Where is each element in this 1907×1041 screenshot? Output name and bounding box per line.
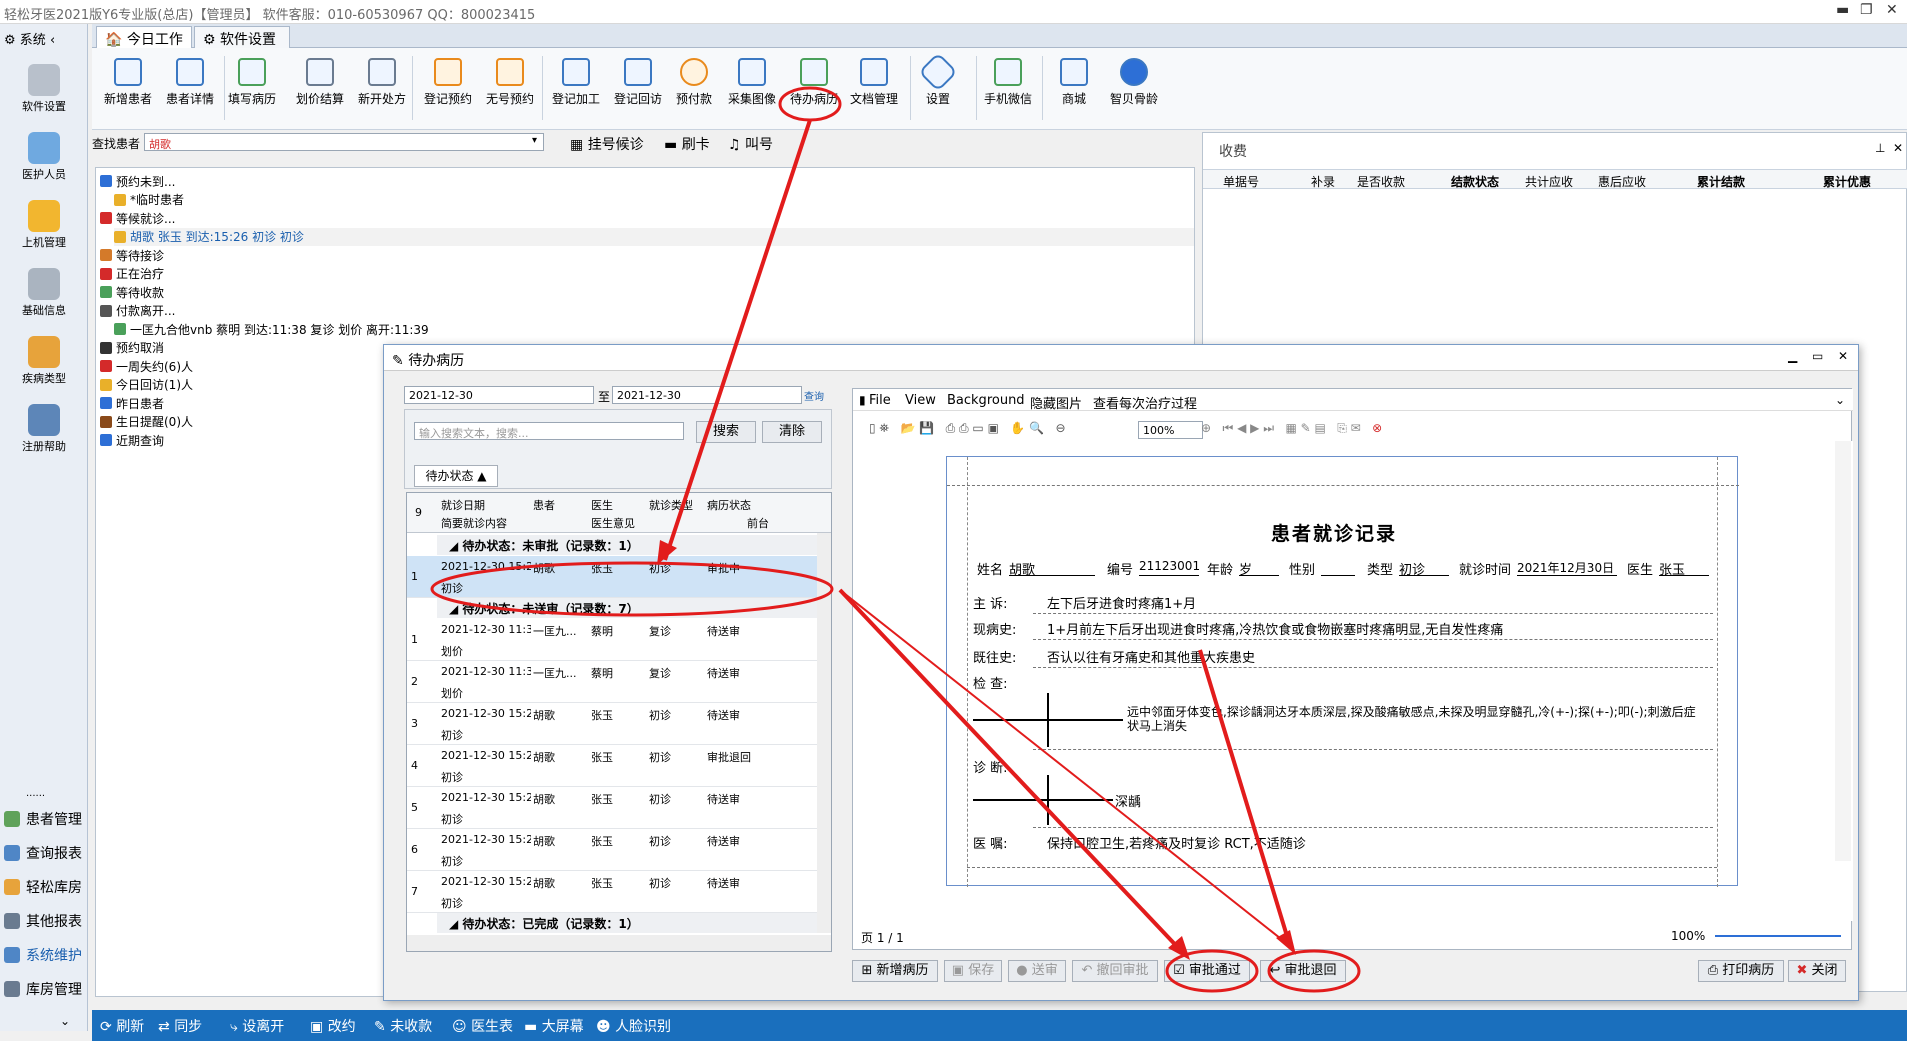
annotation-oval <box>778 86 842 122</box>
bb-label: 改约 <box>327 1019 356 1035</box>
sync-button[interactable]: ⇄ 同步 <box>158 1016 202 1036</box>
bb-label: 设离开 <box>242 1019 285 1035</box>
refresh-button[interactable]: ⟳ 刷新 <box>100 1016 144 1036</box>
set-leave-button[interactable]: ⤷ 设离开 <box>230 1016 284 1036</box>
annotation-arrow <box>838 588 1187 957</box>
big-screen-button[interactable]: ▬ 大屏幕 <box>524 1016 584 1036</box>
arrow-head <box>657 540 677 565</box>
annotation-oval <box>430 561 834 617</box>
bb-label: 医生表 <box>471 1019 514 1035</box>
bb-label: 人脸识别 <box>615 1019 672 1035</box>
annotation-overlay <box>430 86 1361 993</box>
bb-label: 未收款 <box>390 1019 433 1035</box>
walk-icon: ⤷ <box>230 1019 238 1035</box>
doctor-icon: ☺ <box>452 1019 467 1035</box>
bottom-toolbar: ⟳ 刷新 ⇄ 同步 ⤷ 设离开 ▣ 改约 ✎ 未收款 ☺ 医生表 ▬ 大屏幕 ☻… <box>92 1010 1907 1041</box>
reschedule-button[interactable]: ▣ 改约 <box>310 1016 356 1036</box>
annotation-arrow <box>839 589 1291 947</box>
bb-label: 同步 <box>174 1019 203 1035</box>
doctor-table-button[interactable]: ☺ 医生表 <box>452 1016 513 1036</box>
sync-icon: ⇄ <box>158 1019 170 1035</box>
calendar-icon: ▣ <box>310 1019 324 1035</box>
refresh-icon: ⟳ <box>100 1019 112 1035</box>
annotation-arrow <box>663 119 812 561</box>
monitor-icon: ▬ <box>524 1019 538 1035</box>
face-icon: ☻ <box>596 1019 611 1035</box>
unpaid-button[interactable]: ✎ 未收款 <box>374 1016 432 1036</box>
annotation-oval <box>1165 949 1259 993</box>
annotation-arrow <box>1198 649 1292 947</box>
arrow-head <box>1276 930 1296 955</box>
bb-label: 大屏幕 <box>541 1019 584 1035</box>
bb-label: 刷新 <box>116 1019 145 1035</box>
annotation-oval <box>1267 949 1361 993</box>
face-recognition-button[interactable]: ☻ 人脸识别 <box>596 1016 671 1036</box>
edit-icon: ✎ <box>374 1019 386 1035</box>
